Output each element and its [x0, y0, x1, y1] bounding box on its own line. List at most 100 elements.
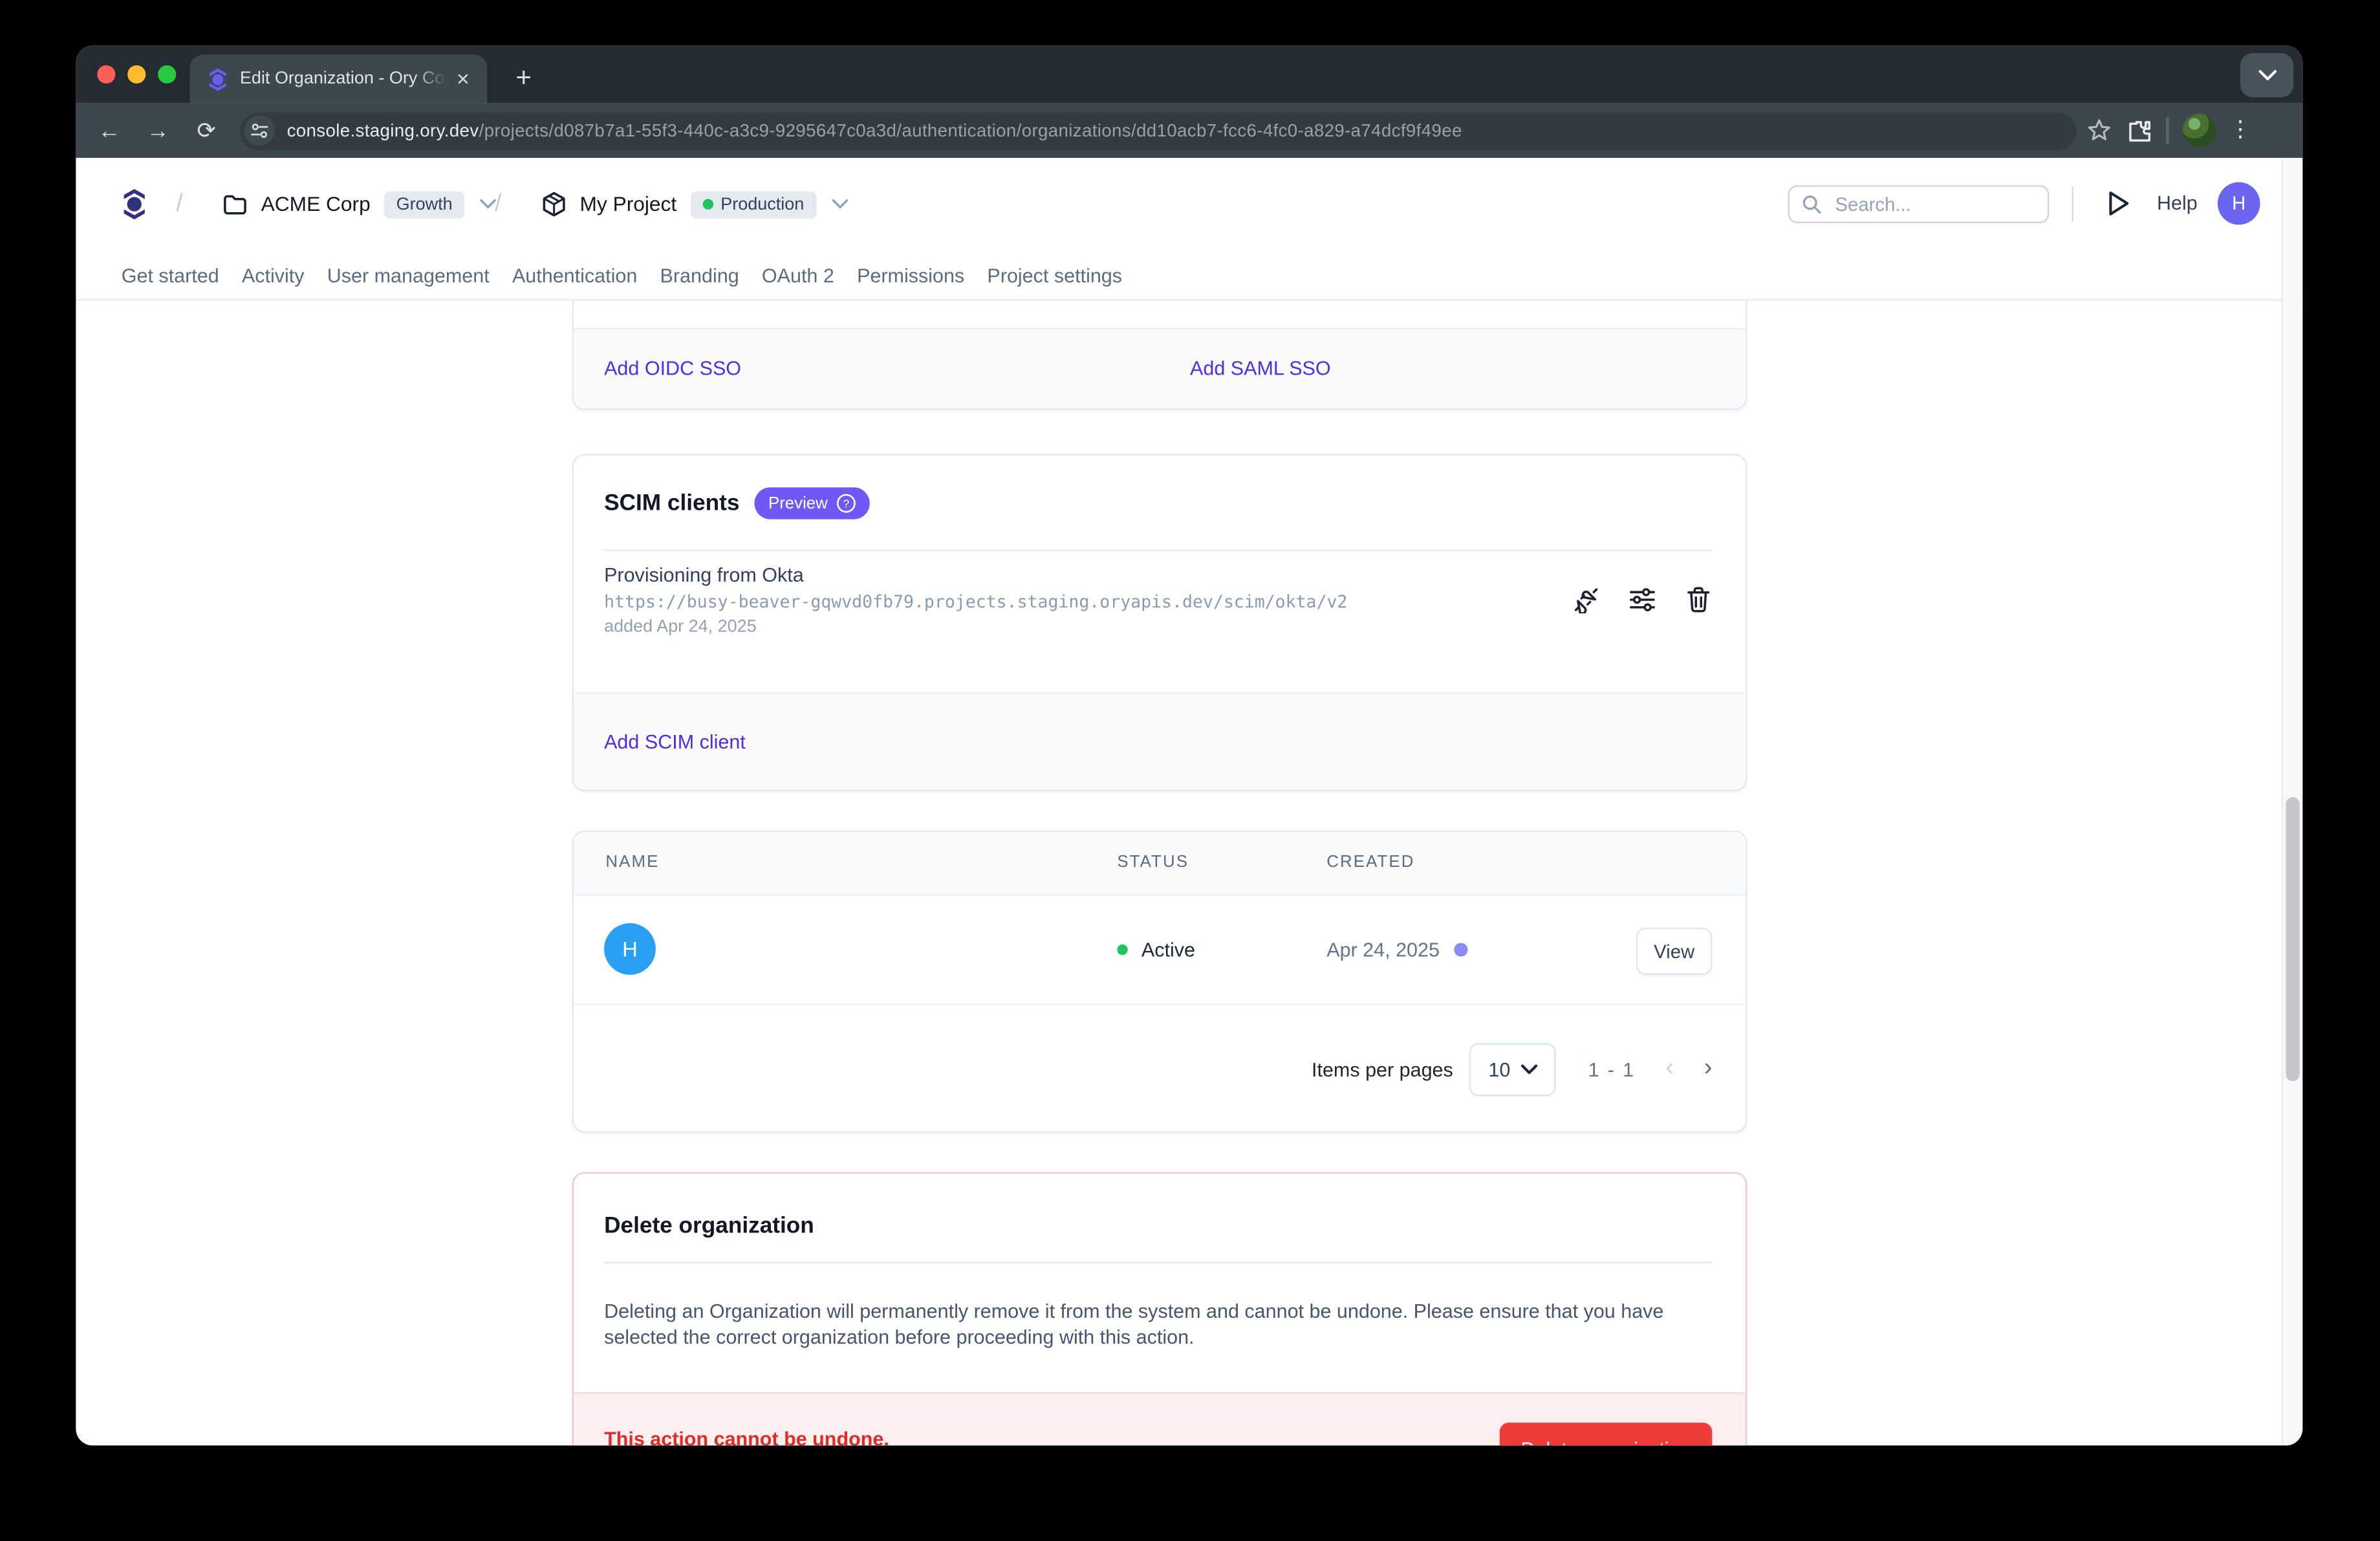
- previous-page-button[interactable]: ‹: [1665, 1056, 1674, 1081]
- delete-organization-card: Delete organization Deleting an Organiza…: [572, 1172, 1747, 1445]
- browser-profile-avatar[interactable]: [2182, 114, 2216, 148]
- production-status-dot: [702, 199, 713, 209]
- organization-avatar: H: [604, 923, 656, 975]
- desktop-background: Edit Organization - Ory Console ✕ + ← → …: [0, 0, 2380, 1541]
- tab-project-settings[interactable]: Project settings: [987, 263, 1122, 286]
- pagination: Items per pages 10 1 - 1 ‹ ›: [574, 1003, 1746, 1132]
- items-per-page-label: Items per pages: [1312, 1058, 1453, 1080]
- table-header: NAME STATUS CREATED: [574, 832, 1746, 896]
- next-page-button[interactable]: ›: [1704, 1056, 1713, 1081]
- preview-badge[interactable]: Preview ?: [755, 487, 871, 519]
- package-icon: [542, 191, 567, 217]
- url-path: /projects/d087b7a1-55f3-440c-a3c9-929564…: [479, 120, 1462, 141]
- site-settings-button[interactable]: [244, 115, 275, 146]
- bookmark-star-icon[interactable]: [2086, 117, 2113, 144]
- tab-user-management[interactable]: User management: [327, 263, 490, 286]
- browser-menu-icon[interactable]: ⋮: [2229, 123, 2250, 138]
- organization-table-card: NAME STATUS CREATED H Active Apr 24, 202…: [572, 831, 1747, 1133]
- status-cell: Active: [1117, 938, 1195, 961]
- scim-card-footer: Add SCIM client: [574, 692, 1746, 789]
- sso-card-footer: Add OIDC SSO Add SAML SSO: [574, 328, 1746, 408]
- tab-permissions[interactable]: Permissions: [857, 263, 964, 286]
- breadcrumb-separator: /: [176, 158, 182, 250]
- delete-organization-button[interactable]: Delete organization: [1500, 1423, 1713, 1445]
- project-nav: Get started Activity User management Aut…: [122, 250, 1122, 299]
- plan-badge: Growth: [384, 191, 465, 218]
- workspace-switcher[interactable]: ACME Corp Growth: [223, 158, 497, 250]
- breadcrumb-separator: /: [495, 158, 501, 250]
- plug-icon: [1572, 586, 1599, 613]
- page-size-select[interactable]: 10: [1470, 1042, 1557, 1095]
- forward-button[interactable]: →: [136, 109, 179, 152]
- view-button[interactable]: View: [1636, 928, 1712, 975]
- content-column: Add OIDC SSO Add SAML SSO SCIM clients P…: [572, 301, 1747, 1446]
- page-scrollbar-track[interactable]: [2281, 158, 2302, 1445]
- page-range-label: 1 - 1: [1588, 1058, 1636, 1080]
- site-settings-icon: [250, 122, 268, 140]
- column-status: STATUS: [1117, 853, 1189, 871]
- global-search[interactable]: [1788, 185, 2050, 223]
- add-scim-client-link[interactable]: Add SCIM client: [604, 730, 746, 753]
- address-bar[interactable]: console.staging.ory.dev/projects/d087b7a…: [240, 112, 2077, 150]
- close-window-button[interactable]: [97, 65, 115, 83]
- workspace-name: ACME Corp: [261, 193, 371, 215]
- scim-client-name: Provisioning from Okta: [604, 563, 804, 586]
- divider: [604, 1262, 1712, 1263]
- search-icon: [1802, 194, 1822, 214]
- help-link[interactable]: Help: [2157, 191, 2198, 214]
- macos-window-controls: [97, 65, 176, 83]
- delete-organization-title: Delete organization: [604, 1213, 814, 1239]
- delete-card-footer: This action cannot be undone. Delete org…: [574, 1392, 1746, 1445]
- search-input[interactable]: [1832, 192, 2020, 217]
- tab-title: Edit Organization - Ory Console: [240, 70, 451, 88]
- delete-client-button[interactable]: [1682, 583, 1715, 617]
- chevron-down-icon: [1521, 1064, 1538, 1074]
- play-icon: [2107, 190, 2132, 217]
- page-scrollbar-thumb[interactable]: [2286, 797, 2299, 1081]
- url-text: console.staging.ory.dev/projects/d087b7a…: [287, 120, 1462, 141]
- add-oidc-sso-link[interactable]: Add OIDC SSO: [604, 357, 741, 380]
- scim-client-added-date: added Apr 24, 2025: [604, 618, 757, 636]
- test-connection-button[interactable]: [1570, 583, 1603, 617]
- tab-get-started[interactable]: Get started: [122, 263, 219, 286]
- ory-favicon: [208, 67, 228, 90]
- extensions-icon[interactable]: [2126, 118, 2152, 144]
- reload-button[interactable]: ⟳: [185, 109, 228, 152]
- folder-icon: [223, 193, 248, 215]
- help-circle-icon: ?: [837, 494, 857, 514]
- add-saml-sso-link[interactable]: Add SAML SSO: [1190, 357, 1331, 380]
- project-name: My Project: [580, 193, 677, 215]
- tab-branding[interactable]: Branding: [660, 263, 739, 286]
- user-avatar[interactable]: H: [2218, 182, 2260, 225]
- browser-toolbar: ← → ⟳ console.staging.ory.dev/projects/d…: [76, 104, 2302, 158]
- close-tab-icon[interactable]: ✕: [451, 67, 475, 91]
- browser-tab[interactable]: Edit Organization - Ory Console ✕: [189, 54, 487, 103]
- toolbar-divider: [2166, 117, 2169, 144]
- new-tab-button[interactable]: +: [504, 60, 543, 99]
- scim-client-url: https://busy-beaver-gqwvd0fb79.projects.…: [604, 592, 1347, 612]
- column-created: CREATED: [1326, 853, 1414, 871]
- tab-search-button[interactable]: [2240, 53, 2293, 97]
- chevron-down-icon: [2258, 70, 2276, 80]
- delete-organization-description: Deleting an Organization will permanentl…: [604, 1298, 1703, 1350]
- svg-text:?: ?: [843, 497, 850, 510]
- table-row[interactable]: H Active Apr 24, 2025 View: [574, 894, 1746, 1005]
- chevron-down-icon: [480, 199, 497, 209]
- project-switcher[interactable]: My Project Production: [542, 158, 848, 250]
- minimize-window-button[interactable]: [127, 65, 146, 83]
- tab-authentication[interactable]: Authentication: [512, 263, 637, 286]
- run-button[interactable]: [2107, 190, 2134, 217]
- header-divider: [2072, 187, 2073, 222]
- trash-icon: [1686, 586, 1711, 613]
- fullscreen-window-button[interactable]: [158, 65, 176, 83]
- scim-clients-title: SCIM clients: [604, 490, 739, 516]
- column-name: NAME: [605, 853, 659, 871]
- environment-badge: Production: [690, 191, 816, 218]
- ory-logo[interactable]: [123, 158, 146, 250]
- back-button[interactable]: ←: [88, 109, 131, 152]
- sliders-icon: [1628, 587, 1656, 612]
- tab-activity[interactable]: Activity: [242, 263, 305, 286]
- configure-client-button[interactable]: [1626, 583, 1660, 617]
- tab-oauth2[interactable]: OAuth 2: [762, 263, 834, 286]
- created-cell: Apr 24, 2025: [1326, 938, 1468, 961]
